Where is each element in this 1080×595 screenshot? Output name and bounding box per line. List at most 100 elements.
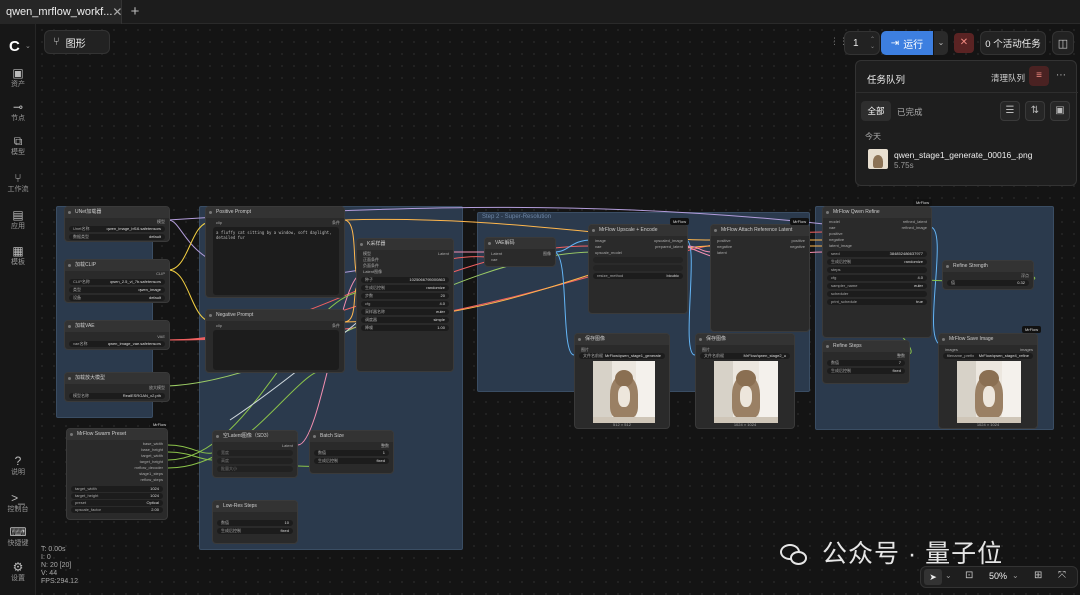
output-port[interactable]: mrflow_decoder: [135, 465, 163, 470]
node-ksampler[interactable]: K采样器 Latent 模型 正面条件 负面条件 Latent图像 种子 10250667…: [356, 238, 454, 372]
cat-image-preview[interactable]: [714, 361, 778, 423]
field-unet-name[interactable]: Unet名称 qwen_image_bf16.safetensors: [69, 226, 165, 232]
output-int[interactable]: 整数: [897, 353, 905, 358]
field-height[interactable]: 高度: [217, 458, 293, 464]
widget-field[interactable]: print_schedule true: [827, 299, 927, 305]
widget-field[interactable]: upscale_factor 2.00: [71, 507, 163, 513]
input-upscale-model[interactable]: upscale_model: [595, 250, 622, 255]
cat-image-preview[interactable]: [593, 361, 655, 423]
widget-field[interactable]: seed 384852486637977: [827, 251, 927, 257]
prompt-textarea[interactable]: a fluffy cat sitting by a window, soft d…: [213, 227, 339, 295]
output-upscale-model[interactable]: 放大模型: [149, 385, 165, 390]
output-int[interactable]: 整数: [381, 443, 389, 448]
node-lowres-steps[interactable]: Low-Res Steps 数值 10 生成后控制 fixed: [212, 500, 298, 544]
prompt-textarea[interactable]: [213, 330, 339, 370]
widget-field[interactable]: steps: [827, 267, 927, 273]
graph-mode-button[interactable]: ⑂ 图形: [44, 30, 110, 54]
widget-field[interactable]: preset Optical: [71, 500, 163, 506]
input-images[interactable]: 图片: [581, 347, 589, 352]
widget-field[interactable]: target_width 1024: [71, 486, 163, 492]
field-filename-prefix[interactable]: 文件名前缀 MrFlow/qwen_stage2_u: [700, 353, 790, 359]
input-port[interactable]: 负面条件: [363, 263, 379, 268]
field-batch-size[interactable]: 批量大小: [217, 466, 293, 472]
output-port[interactable]: stage1_steps: [139, 471, 163, 476]
field-width[interactable]: 宽度: [217, 450, 293, 456]
clear-queue-icon[interactable]: ≡: [1029, 66, 1049, 86]
input-negative[interactable]: negative: [717, 244, 732, 249]
minimap-icon[interactable]: ⊞: [1034, 570, 1042, 581]
output-vae[interactable]: VAE: [157, 334, 165, 339]
input-latent[interactable]: latent: [717, 250, 727, 255]
output-positive[interactable]: positive: [791, 238, 805, 243]
input-images[interactable]: images: [945, 347, 958, 352]
zoom-chevron-icon[interactable]: ⌄: [1012, 571, 1019, 580]
widget-field[interactable]: target_height 1024: [71, 493, 163, 499]
widget-field[interactable]: 采样器名称 euler: [361, 309, 449, 315]
run-options-chevron-icon[interactable]: ⌄: [934, 31, 948, 55]
output-port[interactable]: target_width: [141, 453, 163, 458]
node-vae-decode[interactable]: VAE解码 Latent vae 图像: [484, 237, 556, 267]
output-latent[interactable]: Latent: [438, 251, 449, 256]
active-tasks-button[interactable]: 0 个活动任务: [980, 31, 1046, 55]
widget-field[interactable]: 种子 1025066795000863: [361, 277, 449, 283]
filter-all-tab[interactable]: 全部: [861, 101, 891, 121]
output-images[interactable]: images: [1020, 347, 1033, 352]
node-positive-prompt[interactable]: Positive Prompt clip 条件 a fluffy cat sit…: [205, 206, 345, 298]
input-latent[interactable]: Latent: [491, 251, 502, 256]
node-save-image-1[interactable]: 保存图像 图片 文件名前缀 MrFlow/qwen_stage1_generate…: [574, 333, 670, 429]
output-clip[interactable]: CLIP: [156, 271, 165, 276]
field-clip-name[interactable]: CLIP名称 qwen_2.5_vl_7b.safetensors: [69, 279, 165, 285]
widget-field[interactable]: cfg 4.0: [827, 275, 927, 281]
widget-field[interactable]: scheduler: [827, 291, 927, 297]
field-model-name[interactable]: 模型名称 RealESRGAN_x2.pth: [69, 393, 165, 399]
tool-chevron-icon[interactable]: ⌄: [945, 571, 952, 580]
output-conditioning[interactable]: 条件: [332, 220, 340, 225]
output-upscaled-image[interactable]: upscaled_image: [654, 238, 683, 243]
input-vae[interactable]: vae: [595, 244, 601, 249]
filter-icon[interactable]: ☰: [1000, 101, 1020, 121]
node-upscale-encode[interactable]: MrFlow Upscale + Encode image vae upscal…: [588, 224, 688, 314]
output-port[interactable]: base_width: [143, 441, 163, 446]
node-clip-loader[interactable]: 加载CLIP CLIP CLIP名称 qwen_2.5_vl_7b.safeten…: [64, 259, 170, 303]
stepper-icon[interactable]: ⌃ ⌄: [870, 36, 875, 50]
output-port[interactable]: target_height: [140, 459, 163, 464]
input-port[interactable]: 正面条件: [363, 257, 379, 262]
node-batch-size[interactable]: Batch Size 整数 数值 1 生成后控制 fixed: [309, 430, 394, 474]
toggle-panel-icon[interactable]: ◫: [1052, 31, 1074, 55]
output-float[interactable]: 浮点: [1021, 273, 1029, 278]
output-image[interactable]: 图像: [543, 251, 551, 256]
node-swarm-preset[interactable]: MrFlow Swarm Preset base_width base_heigh…: [66, 428, 168, 520]
link-visibility-icon[interactable]: ⤧: [1058, 570, 1066, 581]
node-unet-loader[interactable]: UNet加载器 模型 Unet名称 qwen_image_bf16.safeten…: [64, 206, 170, 242]
input-positive[interactable]: positive: [717, 238, 731, 243]
field-value[interactable]: 数值 7: [827, 360, 905, 366]
input-port[interactable]: negative: [829, 237, 844, 242]
output-prepared-latent[interactable]: prepared_latent: [655, 244, 683, 249]
input-port[interactable]: latent_image: [829, 243, 852, 248]
node-attach-reference-latent[interactable]: MrFlow Attach Reference Latent positive …: [710, 224, 810, 332]
node-qwen-refine[interactable]: MrFlow Qwen Refine refined_latent refine…: [822, 206, 932, 338]
field-resize-method[interactable]: resize_method bicubic: [593, 273, 683, 279]
node-save-image-2[interactable]: 保存图像 图片 文件名前缀 MrFlow/qwen_stage2_u 1024 ×…: [695, 333, 795, 429]
field-control[interactable]: 生成后控制 fixed: [217, 528, 293, 534]
input-port[interactable]: Latent图像: [363, 269, 382, 274]
output-model[interactable]: 模型: [157, 219, 165, 224]
more-options-icon[interactable]: ⋯: [1056, 70, 1066, 81]
select-tool-icon[interactable]: ➤: [924, 569, 942, 585]
input-port[interactable]: model: [829, 219, 840, 224]
node-refine-strength[interactable]: Refine Strength 浮点 值 0.32: [942, 260, 1034, 290]
node-vae-loader[interactable]: 加载VAE VAE vae名称 qwen_image_vae.safetensor…: [64, 320, 170, 350]
cancel-run-button[interactable]: ✕: [954, 33, 974, 53]
field-control[interactable]: 生成后控制 fixed: [827, 368, 905, 374]
input-image[interactable]: image: [595, 238, 606, 243]
field-vae-name[interactable]: vae名称 qwen_image_vae.safetensors: [69, 341, 165, 347]
filter-completed-tab[interactable]: 已完成: [897, 106, 923, 118]
input-vae[interactable]: vae: [491, 257, 497, 262]
queue-item-name[interactable]: qwen_stage1_generate_00016_.png: [894, 150, 1033, 160]
gallery-icon[interactable]: ▣: [1050, 101, 1070, 121]
node-upscale-model-loader[interactable]: 加载放大模型 放大模型 模型名称 RealESRGAN_x2.pth: [64, 372, 170, 402]
output-conditioning[interactable]: 条件: [332, 323, 340, 328]
node-mrflow-save-image[interactable]: MrFlow Save Image images images filename…: [938, 333, 1038, 429]
widget-field[interactable]: 步数 20: [361, 293, 449, 299]
node-refine-steps[interactable]: Refine Steps 整数 数值 7 生成后控制 fixed: [822, 340, 910, 384]
